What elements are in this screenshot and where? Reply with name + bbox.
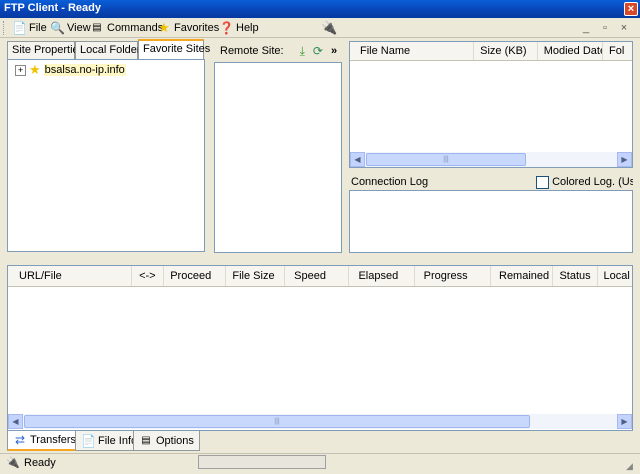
tab-site-properties[interactable]: Site Properties [7, 41, 84, 59]
menu-file[interactable]: 📄 File [12, 20, 47, 36]
column-folder[interactable]: Fol [603, 42, 632, 60]
expand-icon[interactable]: + [15, 64, 26, 76]
resize-grip-icon[interactable]: ◢ [626, 461, 637, 472]
scroll-left-button[interactable]: ◀ [350, 152, 365, 167]
horizontal-splitter[interactable] [4, 257, 636, 263]
menu-favorites-label: Favorites [174, 22, 220, 34]
commands-icon: ▤ [92, 22, 102, 33]
favorites-star-icon: ★ [158, 20, 170, 35]
column-size[interactable]: Size (KB) [474, 42, 538, 60]
status-ready: 🔌 Ready [6, 456, 56, 470]
column-remained[interactable]: Remained [491, 266, 554, 286]
refresh-icon[interactable]: ⟳ [313, 44, 323, 58]
minimize-button[interactable]: _ [578, 20, 594, 36]
transfers-list[interactable]: URL/File <-> Proceed File Size Speed Ela… [7, 265, 633, 431]
menu-view-label: View [67, 22, 91, 34]
window-title: FTP Client - Ready [4, 2, 101, 14]
tab-transfers[interactable]: ⇄ Transfers [7, 431, 83, 451]
column-local[interactable]: Local I [598, 266, 632, 286]
tab-options[interactable]: ▤ Options [133, 431, 200, 451]
file-list-hscrollbar[interactable]: ◀ ||| ▶ [350, 152, 632, 167]
menu-commands-label: Commands [107, 22, 164, 34]
toolbar-more-button[interactable]: » [331, 45, 337, 57]
column-elapsed[interactable]: Elapsed [349, 266, 415, 286]
file-list-header: File Name Size (KB) Modied Date Fol [350, 42, 632, 61]
transfers-scroll-right-button[interactable]: ▶ [617, 414, 632, 429]
scroll-thumb[interactable]: ||| [366, 153, 526, 166]
menu-help[interactable]: ❓ Help [219, 20, 259, 36]
view-icon: 🔍 [50, 21, 65, 35]
column-proceed[interactable]: Proceed [164, 266, 227, 286]
file-info-icon: 📄 [81, 433, 96, 448]
colored-log-option[interactable]: Colored Log. (Uses som [536, 175, 633, 189]
transfers-hscrollbar[interactable]: ◀ ||| ▶ [8, 414, 632, 429]
remote-site-label: Remote Site: [220, 45, 284, 57]
menu-grip[interactable] [3, 21, 6, 35]
download-icon[interactable]: ⤓ [300, 44, 305, 59]
connect-icon[interactable]: 🔌 [321, 20, 337, 36]
tab-options-label: Options [156, 434, 194, 447]
restore-button[interactable]: ▫ [597, 20, 613, 36]
colored-log-label: Colored Log. (Uses som [552, 176, 633, 188]
favorite-sites-tree[interactable]: + ★ bsalsa.no-ip.info [7, 59, 205, 252]
status-progress-bar [198, 455, 326, 469]
connection-log-header: Connection Log Colored Log. (Uses som [349, 174, 633, 190]
options-icon: ▤ [141, 434, 151, 446]
help-icon: ❓ [219, 21, 234, 35]
tab-site-properties-label: Site Properties [12, 44, 85, 56]
close-child-button[interactable]: × [616, 20, 632, 36]
menu-favorites[interactable]: ★ Favorites [157, 20, 219, 36]
menu-commands[interactable]: ▤ Commands [90, 20, 163, 36]
column-status[interactable]: Status [553, 266, 598, 286]
column-progress[interactable]: Progress [415, 266, 491, 286]
tab-file-info-label: File Info [98, 434, 138, 447]
tab-local-folders[interactable]: Local Folders [75, 41, 146, 59]
favorite-star-icon: ★ [29, 62, 41, 77]
column-modified-date[interactable]: Modied Date [538, 42, 604, 60]
remote-site-toolbar: Remote Site: ⤓ ⟳ » [214, 41, 342, 61]
transfers-scroll-thumb[interactable]: ||| [24, 415, 530, 428]
column-speed[interactable]: Speed [285, 266, 350, 286]
transfers-header: URL/File <-> Proceed File Size Speed Ela… [8, 266, 632, 287]
menu-view[interactable]: 🔍 View [50, 20, 91, 36]
column-direction[interactable]: <-> [132, 266, 165, 286]
close-window-button[interactable]: × [624, 2, 638, 16]
tree-item-label: bsalsa.no-ip.info [43, 64, 126, 76]
menu-help-label: Help [236, 22, 259, 34]
tab-transfers-label: Transfers [30, 434, 77, 446]
column-file-size[interactable]: File Size [226, 266, 286, 286]
column-file-name[interactable]: File Name [350, 42, 475, 60]
remote-site-tree[interactable] [214, 62, 342, 253]
menu-file-label: File [29, 22, 47, 34]
scroll-right-button[interactable]: ▶ [617, 152, 632, 167]
connection-log-title: Connection Log [351, 176, 429, 188]
status-text: Ready [24, 457, 56, 469]
tab-local-folders-label: Local Folders [80, 44, 147, 56]
column-url-file[interactable]: URL/File [8, 266, 133, 286]
file-icon: 📄 [12, 21, 27, 35]
transfers-scroll-left-button[interactable]: ◀ [8, 414, 23, 429]
tab-favorite-sites[interactable]: Favorite Sites [138, 39, 210, 59]
status-icon: 🔌 [6, 457, 20, 469]
tab-favorite-sites-label: Favorite Sites [143, 43, 211, 55]
connection-log-area[interactable] [349, 190, 633, 253]
colored-log-checkbox[interactable] [536, 175, 550, 189]
file-list[interactable]: File Name Size (KB) Modied Date Fol ◀ ||… [349, 41, 633, 168]
tree-item-site[interactable]: + ★ bsalsa.no-ip.info [15, 62, 126, 78]
transfers-icon: ⇄ [14, 433, 26, 447]
